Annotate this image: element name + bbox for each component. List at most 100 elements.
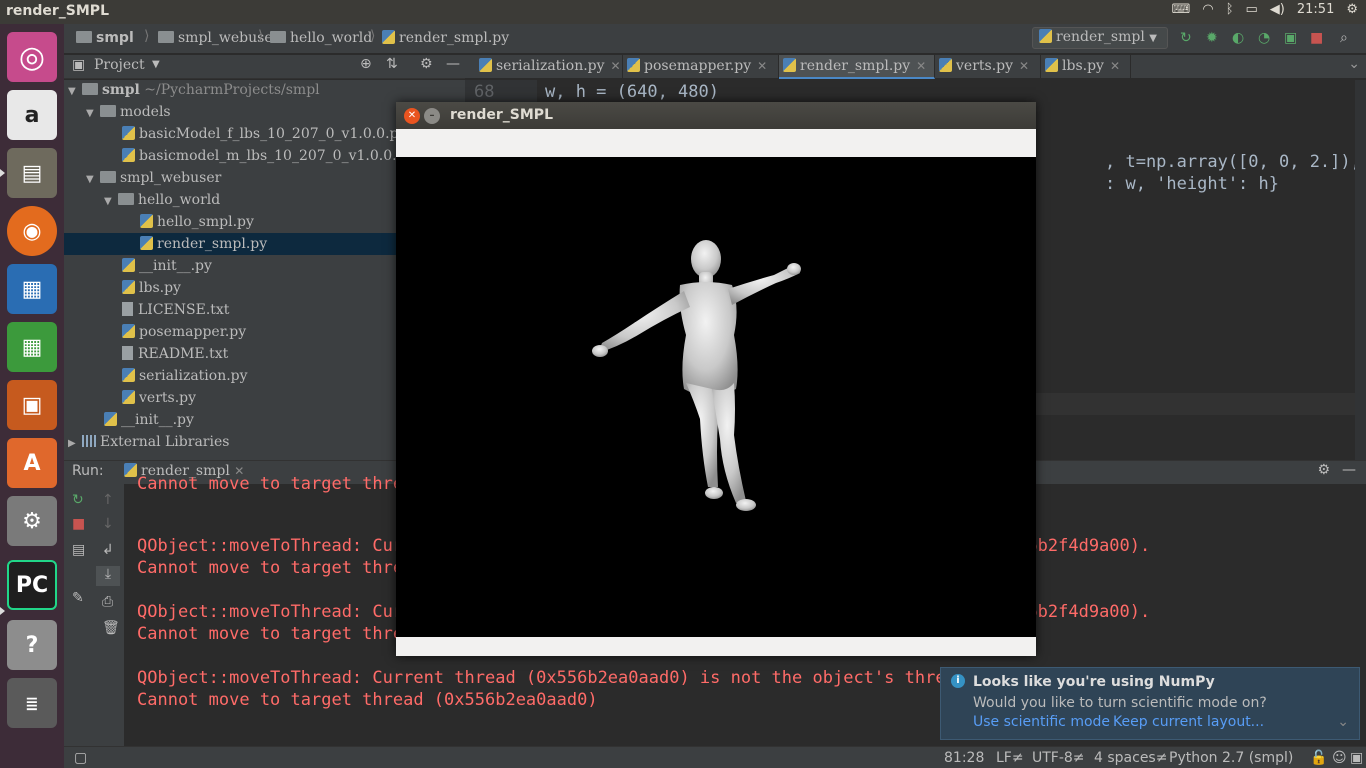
- render-window-title: render_SMPL: [450, 107, 553, 123]
- close-window-icon[interactable]: ✕: [404, 108, 420, 124]
- close-icon[interactable]: ✕: [611, 59, 621, 73]
- breadcrumb-smpl[interactable]: smpl: [76, 30, 134, 46]
- layout-icon[interactable]: ▤: [72, 542, 85, 558]
- rerun-icon[interactable]: ↻: [72, 492, 84, 508]
- breadcrumb-render-smpl[interactable]: render_smpl.py: [382, 30, 509, 46]
- gear-icon[interactable]: ⚙: [1317, 462, 1330, 478]
- stop-icon[interactable]: ■: [1310, 30, 1323, 46]
- keyboard-icon[interactable]: ⌨: [1172, 2, 1191, 17]
- workspaces-icon[interactable]: ≣: [7, 678, 57, 728]
- close-icon[interactable]: ✕: [1110, 59, 1120, 73]
- trash-icon[interactable]: 🗑: [102, 620, 120, 636]
- rerun-icon[interactable]: ↻: [1180, 30, 1192, 46]
- render-window-titlebar[interactable]: ✕ – render_SMPL: [396, 102, 1036, 129]
- event-log-icon[interactable]: ▣: [1350, 750, 1363, 766]
- wifi-icon[interactable]: ◠: [1202, 2, 1213, 17]
- run-configuration-select[interactable]: render_smpl ▼: [1032, 27, 1168, 49]
- expand-arrow-icon[interactable]: ▼: [104, 191, 118, 213]
- ubuntu-logo-icon[interactable]: ◎: [7, 32, 57, 82]
- concurrency-icon[interactable]: ▣: [1284, 30, 1297, 46]
- writer-icon[interactable]: ▦: [7, 264, 57, 314]
- python-file-icon: [124, 463, 137, 477]
- keep-current-layout-link[interactable]: Keep current layout...: [1113, 714, 1264, 730]
- folder-icon: [270, 31, 286, 43]
- render-window-toolbar-area: [396, 129, 1036, 157]
- profile-icon[interactable]: ◔: [1258, 30, 1270, 46]
- lock-icon[interactable]: 🔓: [1310, 750, 1327, 766]
- tab-verts[interactable]: verts.py ✕: [935, 55, 1041, 79]
- battery-icon[interactable]: ▭: [1246, 2, 1258, 17]
- status-bar: ▢ 81:28 LF≠ UTF-8≠ 4 spaces≠ Python 2.7 …: [64, 746, 1366, 768]
- scroll-to-end-icon[interactable]: ⤓: [96, 566, 120, 586]
- stop-icon[interactable]: ■: [72, 516, 85, 532]
- chevron-down-icon[interactable]: ▼: [152, 59, 160, 70]
- collapse-all-icon[interactable]: ⇅: [386, 56, 398, 72]
- system-settings-icon[interactable]: ⚙: [7, 496, 57, 546]
- python-file-icon: [122, 126, 135, 140]
- indent-setting[interactable]: 4 spaces≠: [1094, 750, 1167, 766]
- python-interpreter[interactable]: Python 2.7 (smpl): [1169, 750, 1293, 766]
- close-icon[interactable]: ✕: [1019, 59, 1029, 73]
- breadcrumb-separator: ⟩: [144, 28, 150, 44]
- bluetooth-icon[interactable]: ᛒ: [1226, 2, 1234, 17]
- impress-icon[interactable]: ▣: [7, 380, 57, 430]
- tab-list-icon[interactable]: ⌄: [1348, 56, 1360, 72]
- coverage-icon[interactable]: ◐: [1232, 30, 1244, 46]
- python-file-icon: [140, 236, 153, 250]
- print-icon[interactable]: ⎙: [102, 594, 113, 610]
- scroll-up-icon[interactable]: ↑: [102, 492, 114, 508]
- tab-serialization[interactable]: serialization.py ✕: [475, 55, 623, 79]
- minimize-window-icon[interactable]: –: [424, 108, 440, 124]
- calc-icon[interactable]: ▦: [7, 322, 57, 372]
- hide-icon[interactable]: —: [1342, 462, 1356, 478]
- python-file-icon: [479, 58, 492, 72]
- chevron-down-icon[interactable]: ⌄: [1337, 714, 1349, 730]
- python-file-icon: [1039, 29, 1052, 43]
- python-file-icon: [140, 214, 153, 228]
- volume-icon[interactable]: ◀): [1270, 2, 1285, 17]
- project-view-icon: ▣: [72, 57, 86, 73]
- help-icon[interactable]: ?: [7, 620, 57, 670]
- gear-icon[interactable]: ⚙: [420, 56, 433, 72]
- breadcrumb-hello-world[interactable]: hello_world: [270, 30, 372, 46]
- files-icon[interactable]: ▤: [7, 148, 57, 198]
- editor-scrollbar[interactable]: [1355, 80, 1366, 460]
- clock[interactable]: 21:51: [1297, 2, 1334, 17]
- amazon-icon[interactable]: a: [7, 90, 57, 140]
- tab-posemapper[interactable]: posemapper.py ✕: [623, 55, 779, 79]
- project-view-label[interactable]: Project: [94, 57, 145, 73]
- breadcrumb-separator: ⟩: [370, 28, 376, 44]
- text-file-icon: [122, 346, 133, 360]
- close-icon[interactable]: ✕: [916, 59, 926, 73]
- run-actions-sidebar: ↻ ↑ ■ ↓ ▤ ↲ ⤓ ✎ ⎙ 🗑: [64, 484, 124, 746]
- inspector-icon[interactable]: ☺: [1332, 750, 1347, 766]
- hide-icon[interactable]: —: [446, 56, 460, 72]
- firefox-icon[interactable]: ◉: [7, 206, 57, 256]
- tree-item-smpl[interactable]: ▼ smpl ~/PycharmProjects/smpl: [64, 79, 465, 101]
- pycharm-icon[interactable]: PC: [7, 560, 57, 610]
- close-icon[interactable]: ✕: [757, 59, 767, 73]
- toolwindows-icon[interactable]: ▢: [74, 750, 87, 766]
- expand-arrow-icon[interactable]: ▼: [68, 81, 82, 103]
- info-icon: i: [951, 674, 965, 688]
- soft-wrap-icon[interactable]: ↲: [102, 542, 114, 558]
- unity-launcher: ◎ a ▤ ◉ ▦ ▦ ▣ A ⚙ PC ? ≣: [0, 24, 64, 768]
- scroll-down-icon[interactable]: ↓: [102, 516, 114, 532]
- expand-arrow-icon[interactable]: ▼: [86, 103, 100, 125]
- pin-icon[interactable]: ✎: [72, 590, 84, 606]
- expand-arrow-icon[interactable]: ▼: [86, 169, 100, 191]
- tab-render-smpl[interactable]: render_smpl.py ✕: [779, 55, 935, 79]
- search-everywhere-icon[interactable]: ⌕: [1340, 30, 1348, 46]
- file-encoding[interactable]: UTF-8≠: [1032, 750, 1085, 766]
- debug-icon[interactable]: ✹: [1206, 30, 1218, 46]
- python-file-icon: [122, 148, 135, 162]
- software-center-icon[interactable]: A: [7, 438, 57, 488]
- line-separator[interactable]: LF≠: [996, 750, 1024, 766]
- locate-file-icon[interactable]: ⊕: [360, 56, 372, 72]
- tab-lbs[interactable]: lbs.py ✕: [1041, 55, 1131, 79]
- expand-arrow-icon[interactable]: ▶: [68, 433, 82, 455]
- caret-position[interactable]: 81:28: [944, 750, 984, 766]
- settings-gear-icon[interactable]: ⚙: [1346, 2, 1358, 17]
- chevron-down-icon: ▼: [1149, 33, 1157, 44]
- use-scientific-mode-link[interactable]: Use scientific mode: [973, 714, 1110, 730]
